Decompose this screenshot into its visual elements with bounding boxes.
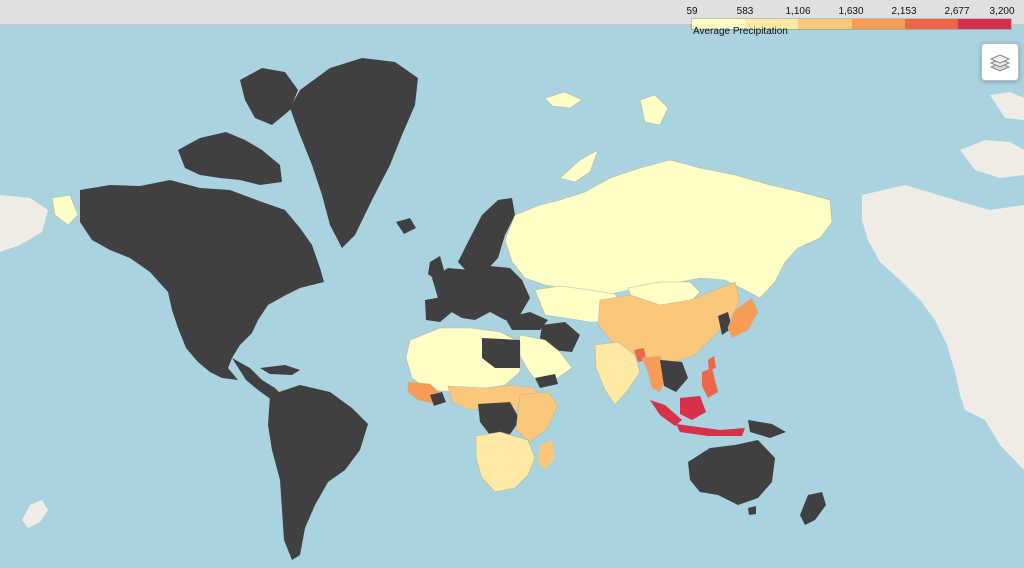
legend-swatch-5 — [957, 19, 1012, 29]
legend-ticks: 59 583 1,106 1,630 2,153 2,677 3,200 — [684, 6, 1014, 18]
layers-icon — [989, 54, 1011, 72]
legend-tick-6: 3,200 — [989, 6, 1015, 17]
legend-tick-2: 1,106 — [785, 6, 811, 17]
legend-tick-1: 583 — [736, 6, 754, 17]
legend-tick-3: 1,630 — [838, 6, 864, 17]
layers-button[interactable] — [981, 43, 1019, 81]
legend-tick-4: 2,153 — [891, 6, 917, 17]
legend-tick-0: 59 — [686, 6, 698, 17]
legend-title: Average Precipitation — [693, 26, 788, 37]
legend-swatch-4 — [904, 19, 958, 29]
precipitation-legend: 59 583 1,106 1,630 2,153 2,677 3,200 Ave… — [684, 4, 1024, 40]
legend-swatch-2 — [798, 19, 852, 29]
legend-swatch-3 — [851, 19, 905, 29]
legend-tick-5: 2,677 — [944, 6, 970, 17]
world-map[interactable] — [0, 24, 1024, 568]
